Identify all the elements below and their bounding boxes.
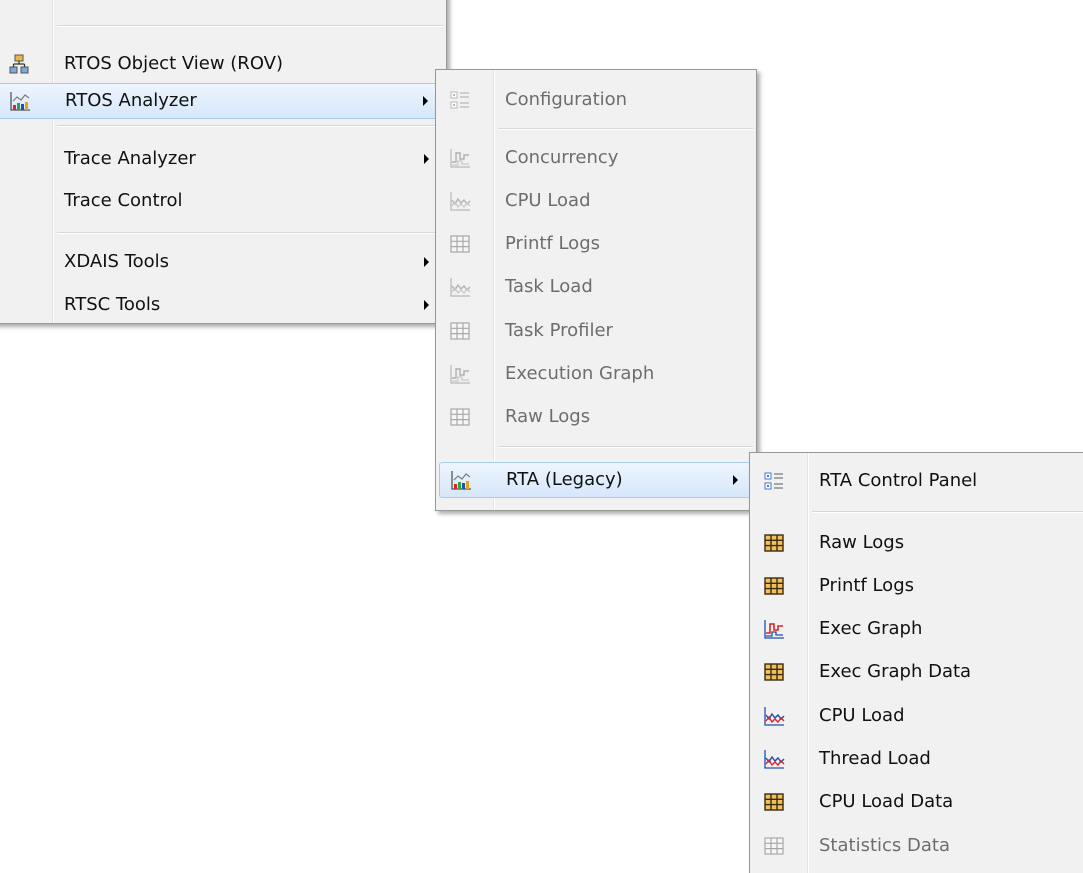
menu-item-label: Concurrency [505, 147, 619, 168]
menu-item-cpu-load-data[interactable]: CPU Load Data [753, 784, 1083, 820]
submenu-arrow-icon [424, 300, 429, 310]
analyzer-chart-icon [450, 469, 472, 491]
menu-item-label: Thread Load [819, 748, 931, 769]
menu-item-label: Task Profiler [505, 320, 613, 341]
menu-item-rtos-analyzer[interactable]: RTOS Analyzer [0, 83, 443, 119]
menu-separator [812, 511, 1083, 513]
step-graph-icon [449, 363, 471, 385]
menu-item-label: Printf Logs [819, 575, 914, 596]
menu-separator [57, 125, 443, 127]
load-graph-icon [449, 276, 471, 298]
menu-item-printf-logs[interactable]: Printf Logs [439, 226, 753, 262]
menu-item-raw-logs[interactable]: Raw Logs [439, 399, 753, 435]
menu-item-cpu-load[interactable]: CPU Load [439, 183, 753, 219]
menu-item-label: Task Load [505, 276, 593, 297]
menu-item-label: XDAIS Tools [64, 251, 169, 272]
load-graph-icon [763, 748, 785, 770]
menu-item-label: Raw Logs [819, 532, 905, 553]
rtos-analyzer-submenu: Configuration Concurrency CPU Load Print… [435, 69, 757, 511]
menu-item-printf-logs[interactable]: Printf Logs [753, 568, 1083, 604]
table-grid-icon [763, 575, 785, 597]
menu-item-label: Configuration [505, 89, 628, 110]
menu-item-statistics-data[interactable]: Statistics Data [753, 828, 1083, 864]
menu-item-xdais-tools[interactable]: XDAIS Tools [0, 244, 443, 280]
menu-item-rtos-object-view[interactable]: RTOS Object View (ROV) [0, 46, 443, 82]
menu-item-label: RTOS Analyzer [65, 90, 197, 111]
step-graph-icon [763, 618, 785, 640]
menu-item-concurrency[interactable]: Concurrency [439, 140, 753, 176]
menu-separator [57, 25, 443, 27]
menu-item-trace-analyzer[interactable]: Trace Analyzer [0, 141, 443, 177]
menu-item-label: CPU Load Data [819, 791, 954, 812]
menu-item-label: RTA (Legacy) [506, 469, 623, 490]
table-grid-icon [763, 835, 785, 857]
menu-separator [498, 128, 753, 130]
menu-item-label: Printf Logs [505, 233, 600, 254]
menu-item-label: Statistics Data [819, 835, 950, 856]
menu-item-thread-load[interactable]: Thread Load [753, 741, 1083, 777]
menu-item-rta-control-panel[interactable]: RTA Control Panel [753, 463, 1083, 499]
analyzer-chart-icon [9, 90, 31, 112]
submenu-arrow-icon [733, 475, 738, 485]
submenu-arrow-icon [424, 257, 429, 267]
configuration-icon [449, 89, 471, 111]
tools-menu: RTOS Object View (ROV) RTOS Analyzer Tra… [0, 0, 447, 324]
submenu-arrow-icon [424, 154, 429, 164]
table-grid-icon [763, 532, 785, 554]
table-grid-icon [763, 661, 785, 683]
menu-item-configuration[interactable]: Configuration [439, 82, 753, 118]
menu-separator [57, 232, 443, 234]
rov-hierarchy-icon [8, 53, 30, 75]
step-graph-icon [449, 147, 471, 169]
menu-item-label: Raw Logs [505, 406, 591, 427]
table-grid-icon [763, 791, 785, 813]
menu-item-task-profiler[interactable]: Task Profiler [439, 313, 753, 349]
menu-item-label: RTOS Object View (ROV) [64, 53, 284, 74]
menu-item-label: RTA Control Panel [819, 470, 978, 491]
menu-item-label: CPU Load [505, 190, 591, 211]
menu-item-exec-graph[interactable]: Exec Graph [753, 611, 1083, 647]
rta-legacy-submenu: RTA Control Panel Raw Logs Printf Logs E… [749, 452, 1083, 873]
menu-item-execution-graph[interactable]: Execution Graph [439, 356, 753, 392]
submenu-arrow-icon [423, 96, 428, 106]
menu-item-label: CPU Load [819, 705, 905, 726]
table-grid-icon [449, 320, 471, 342]
menu-item-trace-control[interactable]: Trace Control [0, 183, 443, 219]
table-grid-icon [449, 233, 471, 255]
menu-item-exec-graph-data[interactable]: Exec Graph Data [753, 654, 1083, 690]
menu-item-cpu-load[interactable]: CPU Load [753, 698, 1083, 734]
menu-item-label: Trace Analyzer [64, 148, 196, 169]
load-graph-icon [449, 190, 471, 212]
menu-separator [498, 446, 753, 448]
menu-item-label: RTSC Tools [64, 294, 161, 315]
menu-item-label: Trace Control [64, 190, 183, 211]
menu-item-label: Exec Graph [819, 618, 923, 639]
menu-item-task-load[interactable]: Task Load [439, 269, 753, 305]
menu-item-label: Exec Graph Data [819, 661, 972, 682]
load-graph-icon [763, 705, 785, 727]
menu-item-rtsc-tools[interactable]: RTSC Tools [0, 287, 443, 323]
control-panel-icon [763, 470, 785, 492]
menu-item-label: Execution Graph [505, 363, 655, 384]
menu-item-raw-logs[interactable]: Raw Logs [753, 525, 1083, 561]
menu-item-rta-legacy[interactable]: RTA (Legacy) [439, 462, 753, 498]
table-grid-icon [449, 406, 471, 428]
